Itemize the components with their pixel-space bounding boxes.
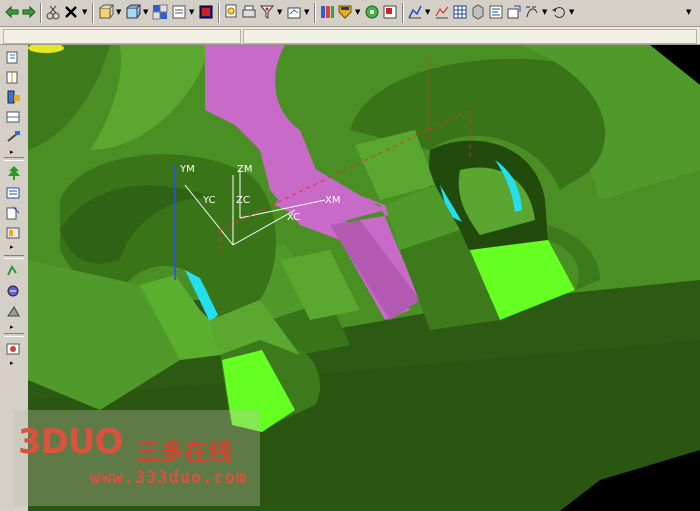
orient-view-icon[interactable] — [97, 3, 115, 21]
axis-label-xc: XC — [287, 212, 300, 223]
watermark-url: www.333duo.com — [90, 468, 248, 488]
axis-label-yc: YC — [202, 195, 216, 206]
dimension-icon[interactable] — [487, 3, 505, 21]
list-icon[interactable] — [5, 263, 23, 279]
chart-icon[interactable] — [406, 3, 424, 21]
fit-view-icon[interactable] — [124, 3, 142, 21]
filter-icon[interactable] — [258, 3, 276, 21]
create-program-icon[interactable] — [5, 69, 23, 85]
layer-icon[interactable] — [151, 3, 169, 21]
fit-dropdown-icon[interactable]: ▼ — [143, 8, 149, 16]
toolbar-overflow-icon[interactable]: ▼ — [686, 8, 692, 16]
verify-path-icon[interactable] — [5, 185, 23, 201]
material-dropdown-icon[interactable]: ▼ — [355, 8, 361, 16]
database-icon[interactable] — [451, 3, 469, 21]
main-toolbar: ▼ ▼ ▼ ▼ ▼ ▼ ▼ ▼ ▼ ▼ ▼ — [0, 0, 700, 27]
watermark-chinese: 三多在线 — [136, 438, 232, 466]
rotate-icon[interactable] — [550, 3, 568, 21]
snap-icon[interactable] — [285, 3, 303, 21]
undo-icon[interactable] — [3, 3, 21, 21]
create-geometry-icon[interactable] — [5, 109, 23, 125]
table-icon[interactable] — [469, 3, 487, 21]
rotate-dropdown-icon[interactable]: ▼ — [569, 8, 575, 16]
generate-path-icon[interactable] — [5, 165, 23, 181]
display-mode-icon[interactable] — [170, 3, 188, 21]
create-operation-icon[interactable] — [5, 49, 23, 65]
snap-dropdown-icon[interactable]: ▼ — [304, 8, 310, 16]
filter-dropdown-icon[interactable]: ▼ — [277, 8, 283, 16]
feature-icon[interactable] — [5, 283, 23, 299]
delete-icon[interactable] — [62, 3, 80, 21]
watermark-logo: 3DUO — [18, 422, 123, 462]
axis-label-ym: YM — [179, 164, 195, 175]
axis-label-zc: ZC — [236, 195, 250, 206]
column-icon[interactable] — [318, 3, 336, 21]
material-icon[interactable] — [336, 3, 354, 21]
axis-label-xm: XM — [325, 195, 340, 206]
shop-doc-icon[interactable] — [5, 225, 23, 241]
curve-dropdown-icon[interactable]: ▼ — [542, 8, 548, 16]
redo-icon[interactable] — [20, 3, 38, 21]
zoom-icon[interactable] — [222, 3, 240, 21]
edit-icon[interactable] — [381, 3, 399, 21]
arrow-icon[interactable] — [523, 3, 541, 21]
create-tool-icon[interactable] — [5, 89, 23, 105]
machine-icon[interactable] — [5, 341, 23, 357]
post-process-icon[interactable] — [5, 205, 23, 221]
orient-dropdown-icon[interactable]: ▼ — [116, 8, 122, 16]
chart-dropdown-icon[interactable]: ▼ — [425, 8, 431, 16]
simulate-icon[interactable] — [5, 303, 23, 319]
shading-icon[interactable] — [197, 3, 215, 21]
web-icon[interactable] — [363, 3, 381, 21]
cut-icon[interactable] — [44, 3, 62, 21]
status-field — [243, 29, 697, 44]
create-method-icon[interactable] — [5, 129, 23, 145]
axis-label-zm: ZM — [237, 164, 252, 175]
type-filter-field[interactable] — [3, 29, 241, 44]
display-dropdown-icon[interactable]: ▼ — [189, 8, 195, 16]
spreadsheet-icon[interactable] — [433, 3, 451, 21]
watermark: 3DUO 三多在线 www.333duo.com — [14, 410, 260, 506]
curve-icon[interactable] — [505, 3, 523, 21]
delete-dropdown-icon[interactable]: ▼ — [82, 8, 88, 16]
print-icon[interactable] — [240, 3, 258, 21]
selection-bar — [0, 27, 700, 45]
